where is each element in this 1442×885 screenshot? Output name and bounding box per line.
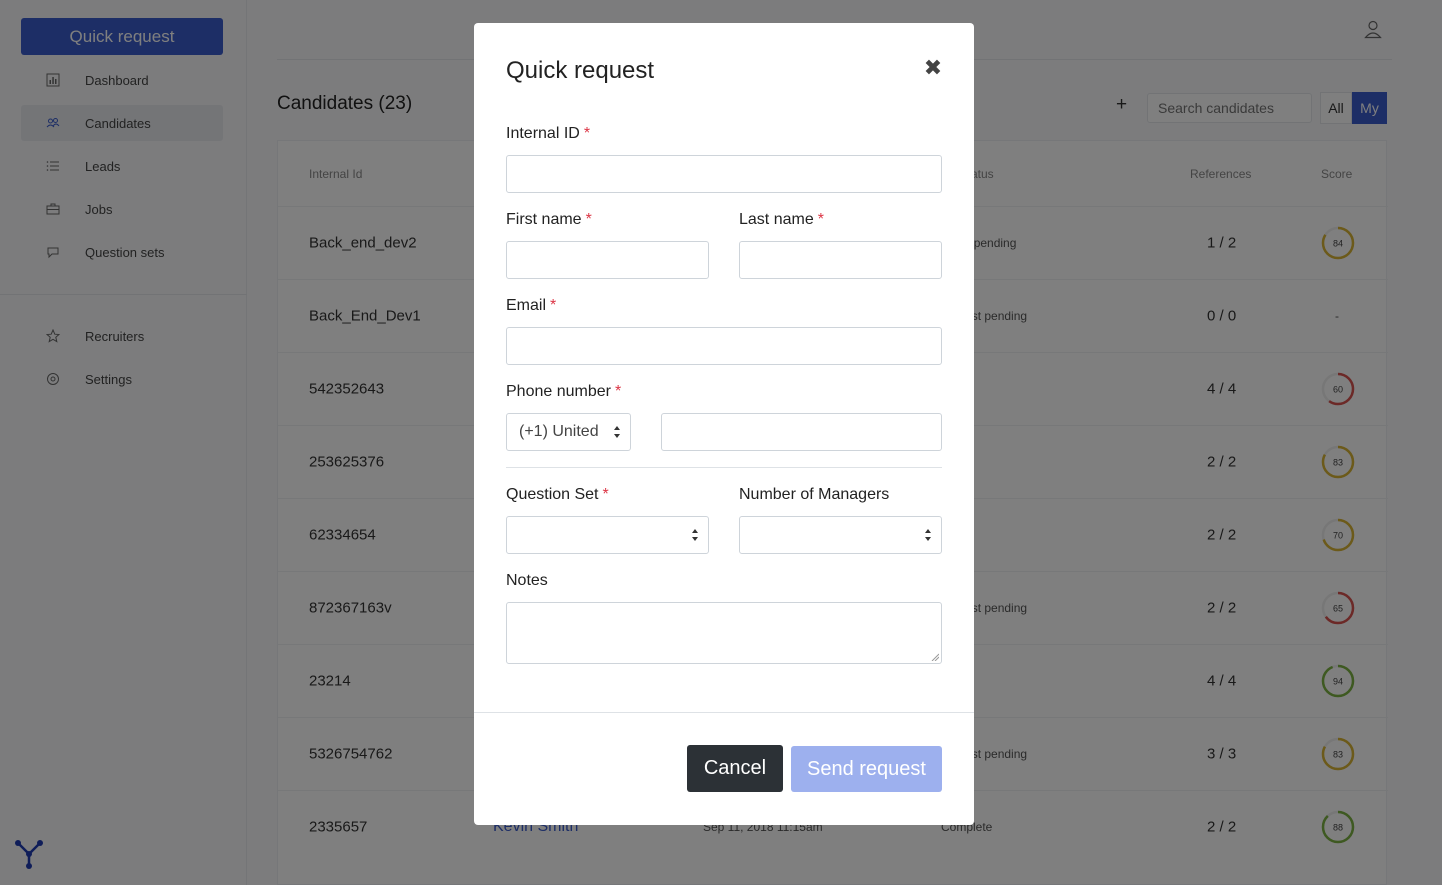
send-request-button[interactable]: Send request xyxy=(791,746,942,792)
question-set-select[interactable] xyxy=(506,516,709,554)
cancel-button[interactable]: Cancel xyxy=(687,745,783,792)
select-arrows-icon xyxy=(614,426,620,438)
select-arrows-icon xyxy=(925,529,931,541)
form-divider xyxy=(506,467,942,468)
phone-number-input[interactable] xyxy=(661,413,942,451)
email-label: Email * xyxy=(506,297,557,314)
resize-handle-icon[interactable] xyxy=(931,653,939,661)
phone-label: Phone number * xyxy=(506,383,622,400)
modal-title: Quick request xyxy=(506,57,655,84)
first-name-input[interactable] xyxy=(506,241,709,279)
first-name-label: First name * xyxy=(506,211,592,228)
notes-textarea[interactable] xyxy=(506,602,942,664)
managers-label: Number of Managers xyxy=(739,486,890,503)
internal-id-label: Internal ID * xyxy=(506,125,591,142)
modal-footer-divider xyxy=(474,712,974,713)
internal-id-input[interactable] xyxy=(506,155,942,193)
last-name-input[interactable] xyxy=(739,241,942,279)
country-code-value: (+1) United xyxy=(519,423,599,440)
notes-label: Notes xyxy=(506,572,548,589)
select-arrows-icon xyxy=(692,529,698,541)
country-code-select[interactable]: (+1) United xyxy=(506,413,631,451)
quick-request-modal: Quick request ✖ Internal ID * First name *… xyxy=(474,23,974,825)
question-set-label: Question Set * xyxy=(506,486,609,503)
close-icon[interactable]: ✖ xyxy=(921,55,945,80)
last-name-label: Last name * xyxy=(739,211,824,228)
managers-select[interactable] xyxy=(739,516,942,554)
email-input[interactable] xyxy=(506,327,942,365)
